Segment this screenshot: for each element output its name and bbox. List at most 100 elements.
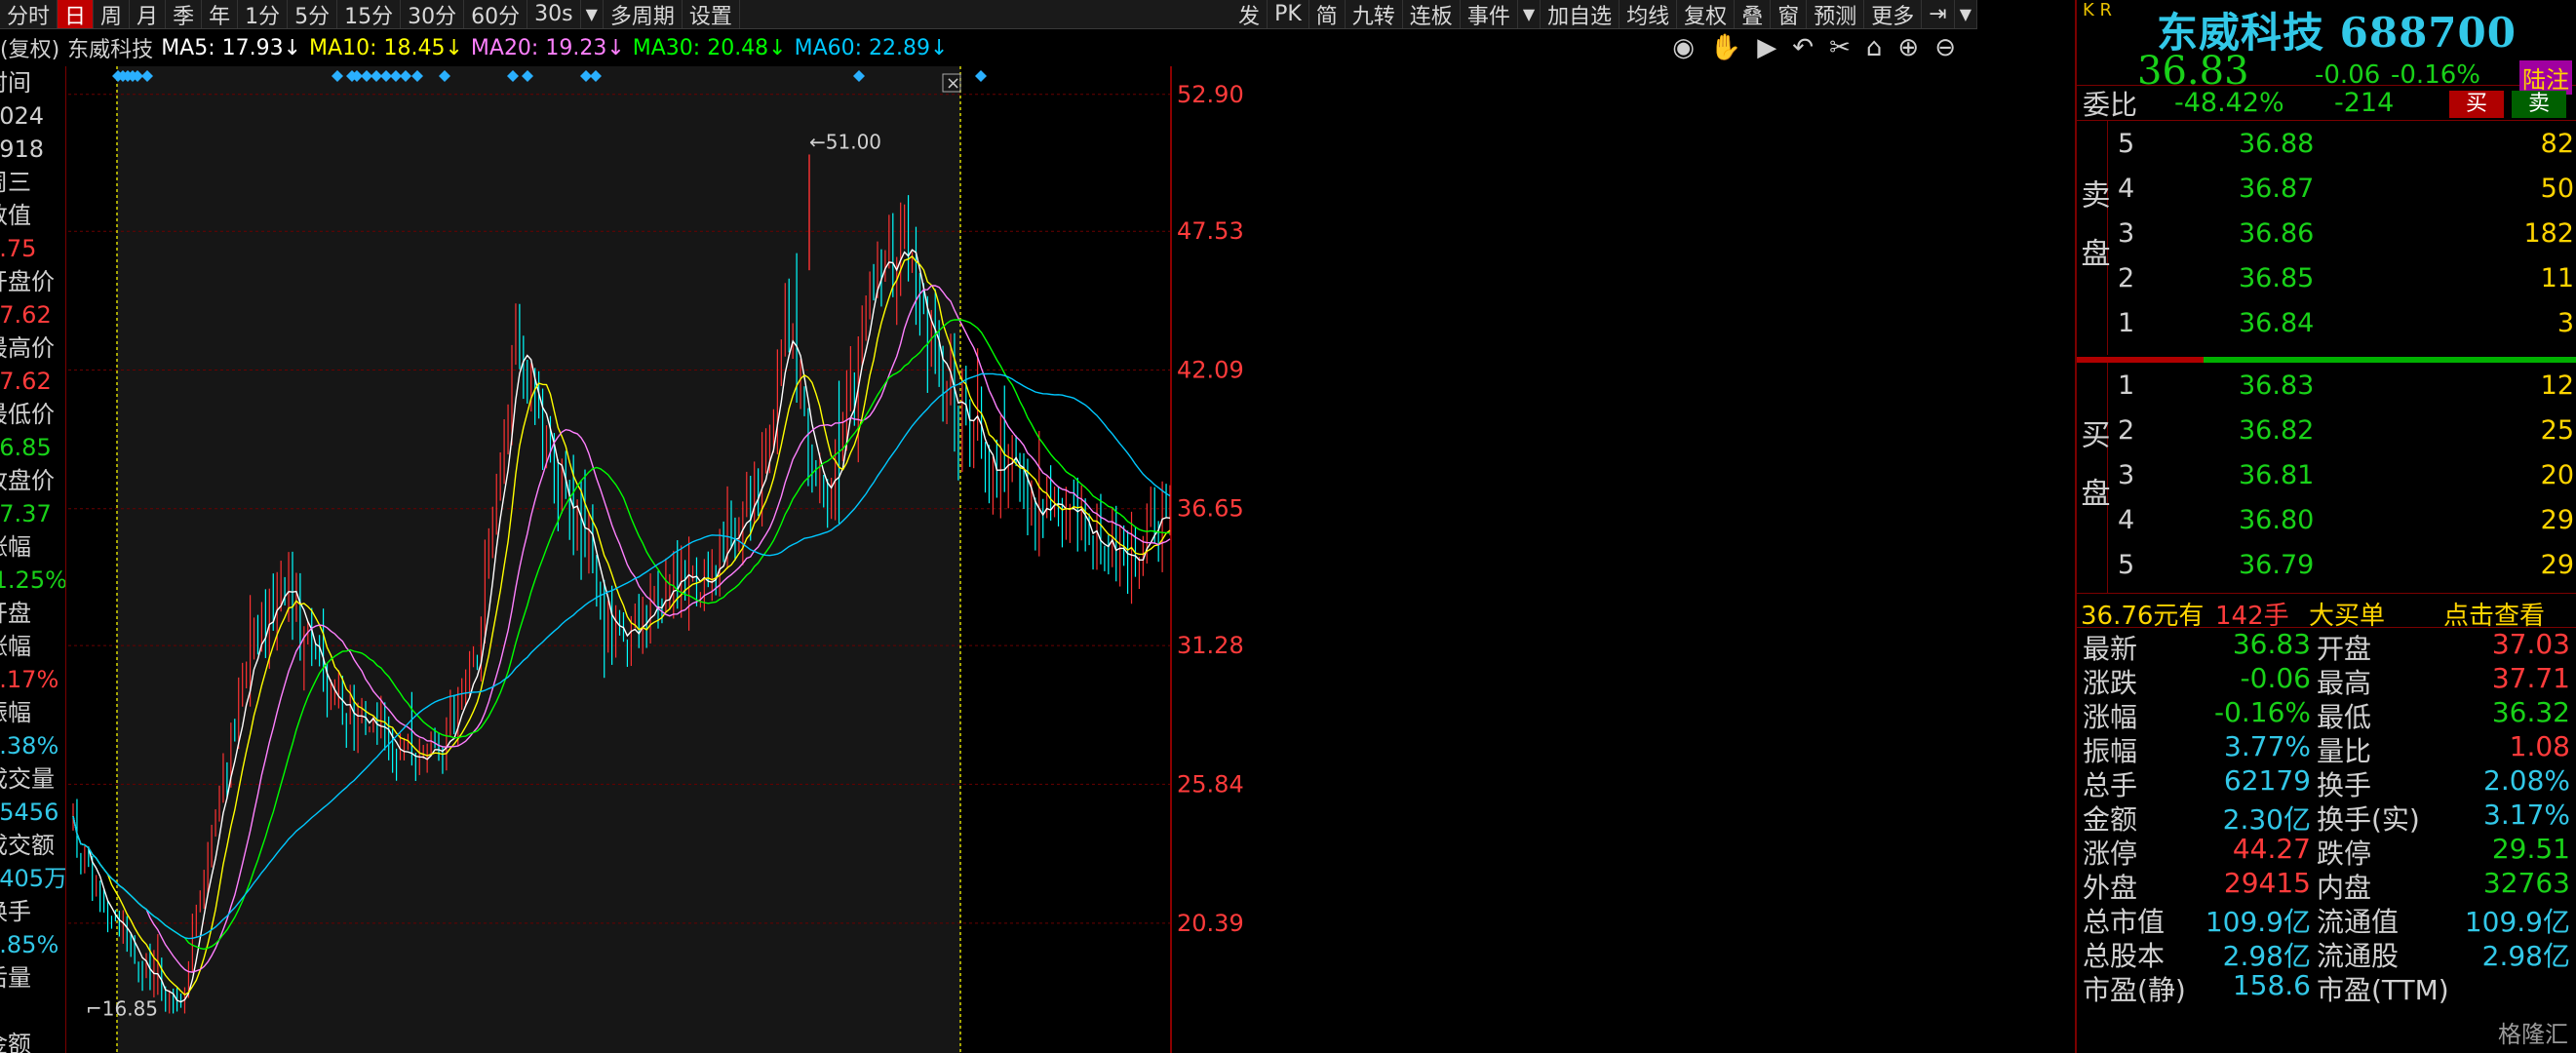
period-tab-2[interactable]: 周 (94, 0, 131, 29)
info-line-28: 0 (0, 994, 65, 1028)
period-dropdown-icon[interactable]: ▼ (581, 0, 604, 28)
stat-l1: 振幅 (2083, 735, 2138, 767)
buy-level-5[interactable]: 5 36.79 29 (2112, 550, 2574, 587)
low-annotation: ⌐16.85 (86, 996, 158, 1020)
sell-level-2[interactable]: 4 36.87 50 (2112, 174, 2574, 211)
tool-button-2[interactable]: 简 (1309, 0, 1346, 29)
stat-row-9: 总股本 2.98亿 流通股 2.98亿 (2077, 935, 2576, 972)
tool-button-8[interactable]: 复权 (1677, 0, 1736, 29)
sell-button[interactable]: 卖 (2512, 91, 2566, 118)
exit-icon[interactable]: ⇥ (1922, 0, 1955, 28)
ma5-label: MA5: 17.93↓ (161, 35, 302, 60)
period-tab-6[interactable]: 1分 (238, 0, 289, 29)
buy-button[interactable]: 买 (2449, 91, 2504, 118)
buy-level-4[interactable]: 4 36.80 29 (2112, 505, 2574, 542)
order-ratio-pct: -48.42% (2174, 88, 2284, 118)
sell-price: 36.87 (2239, 174, 2315, 204)
sell-level-4[interactable]: 2 36.85 11 (2112, 263, 2574, 300)
zoom-in-icon[interactable]: ⊕ (1897, 33, 1919, 62)
eye-icon[interactable]: ◉ (1672, 33, 1695, 62)
stat-l1: 总股本 (2083, 940, 2166, 972)
y-tick-label-6: 20.39 (1177, 910, 1244, 937)
stat-row-6: 涨停 44.27 跌停 29.51 (2077, 833, 2576, 870)
stat-v2: 29.51 (2491, 833, 2570, 865)
info-line-15: -1.25% (0, 566, 66, 594)
stat-row-1: 涨跌 -0.06 最高 37.71 (2077, 662, 2576, 699)
buy-level-2[interactable]: 2 36.82 25 (2112, 415, 2574, 452)
stat-row-2: 涨幅 -0.16% 最低 36.32 (2077, 696, 2576, 733)
tool-buttons: 发 PK 简九转 连板 事件 ▼ 加自选 均线 复权叠窗预测 更多 ⇥ ▼ (1231, 0, 1977, 29)
tool-button-3[interactable]: 九转 (1346, 0, 1403, 29)
period-tab-7[interactable]: 5分 (288, 0, 338, 29)
y-tick-label-2: 42.09 (1177, 356, 1244, 383)
tool-button-7[interactable]: 均线 (1620, 0, 1678, 29)
sell-level-1[interactable]: 5 36.88 82 (2112, 129, 2574, 166)
kr-badge: K R (2083, 0, 2113, 20)
bid-ask-divider (2077, 355, 2576, 363)
undo-icon[interactable]: ↶ (1792, 33, 1814, 62)
sell-level-5[interactable]: 1 36.84 3 (2112, 308, 2574, 345)
zoom-out-icon[interactable]: ⊖ (1934, 33, 1956, 62)
stat-l2: 换手 (2317, 769, 2372, 801)
stat-l2: 量比 (2317, 735, 2372, 767)
tool-button-4[interactable]: 连板 (1403, 0, 1461, 29)
order-ratio-label: 委比 (2083, 88, 2138, 121)
stat-v1: 2.98亿 (2222, 940, 2311, 972)
period-tab-10[interactable]: 60分 (464, 0, 528, 29)
tool-button-1[interactable]: PK (1268, 0, 1309, 28)
info-line-26: 0.85% (0, 931, 59, 958)
buy-price: 36.80 (2239, 505, 2315, 535)
info-line-27: 后量 (0, 964, 31, 992)
sell-level: 1 (2118, 308, 2135, 338)
stat-l2: 流通股 (2317, 940, 2400, 972)
event-dropdown-icon[interactable]: ▼ (1518, 0, 1542, 28)
stat-l1: 外盘 (2083, 872, 2138, 904)
hand-icon[interactable]: ✋ (1710, 33, 1741, 62)
play-icon[interactable]: ▶ (1757, 33, 1776, 62)
big-order-link[interactable]: 点击查看 (2443, 596, 2545, 632)
stat-v1: -0.06 (2240, 662, 2311, 694)
info-line-5: 2.75 (0, 235, 37, 262)
period-tab-8[interactable]: 15分 (337, 0, 402, 29)
stat-v2: 37.03 (2491, 628, 2570, 660)
period-tab-4[interactable]: 季 (166, 0, 203, 29)
tool-button-10[interactable]: 窗 (1771, 0, 1808, 29)
period-tab-12[interactable]: 多周期 (604, 0, 683, 29)
buy-level-1[interactable]: 1 36.83 12 (2112, 370, 2574, 408)
y-tick-label-3: 36.65 (1177, 495, 1244, 523)
info-line-3: 周三 (0, 169, 31, 196)
period-tab-11[interactable]: 30s (527, 0, 581, 28)
scissors-icon[interactable]: ✂ (1829, 33, 1851, 62)
period-tab-0[interactable]: 分时 (0, 0, 59, 29)
crosshair-info-panel: 时间 2024 0918 周三数值 2.75 开盘价 17.62 最高价 17.62 最低价 16.… (0, 66, 66, 1053)
sell-level-3[interactable]: 3 36.86 182 (2112, 218, 2574, 255)
period-tab-3[interactable]: 月 (130, 0, 167, 29)
stat-v2: 3.17% (2483, 799, 2570, 831)
tool-button-6[interactable]: 加自选 (1541, 0, 1620, 29)
y-tick-label-4: 31.28 (1177, 632, 1244, 659)
stat-v2: 1.08 (2509, 730, 2570, 762)
info-line-13: 17.37 (0, 500, 52, 527)
stat-v1: -0.16% (2213, 696, 2311, 728)
more-dropdown-icon[interactable]: ▼ (1955, 0, 1977, 28)
stat-v2: 32763 (2482, 867, 2570, 899)
tool-button-11[interactable]: 预测 (1807, 0, 1865, 29)
tool-button-9[interactable]: 叠 (1735, 0, 1772, 29)
tool-button-5[interactable]: 事件 (1461, 0, 1518, 29)
buy-level-3[interactable]: 3 36.81 20 (2112, 460, 2574, 497)
kline-chart[interactable]: 52.90 47.53 42.09 36.65 31.28 25.84 20.39 × ←51.… (44, 66, 1977, 1053)
event-marker-22 (975, 70, 987, 82)
info-line-10: 最低价 (0, 401, 55, 428)
lock-icon[interactable]: ⌂ (1866, 33, 1883, 62)
period-tab-1[interactable]: 日 (58, 0, 95, 29)
period-tab-9[interactable]: 30分 (401, 0, 465, 29)
sell-qty: 182 (2523, 218, 2574, 249)
range-close-icon: × (946, 73, 960, 94)
ma20-label: MA20: 19.23↓ (470, 35, 625, 60)
y-tick-label-0: 52.90 (1177, 81, 1244, 108)
period-tab-13[interactable]: 设置 (683, 0, 740, 29)
period-tab-5[interactable]: 年 (202, 0, 239, 29)
tool-button-12[interactable]: 更多 (1864, 0, 1923, 29)
tool-button-0[interactable]: 发 (1231, 0, 1268, 29)
big-order-row[interactable]: 36.76元有 142手 大买单 点击查看 (2077, 593, 2576, 631)
